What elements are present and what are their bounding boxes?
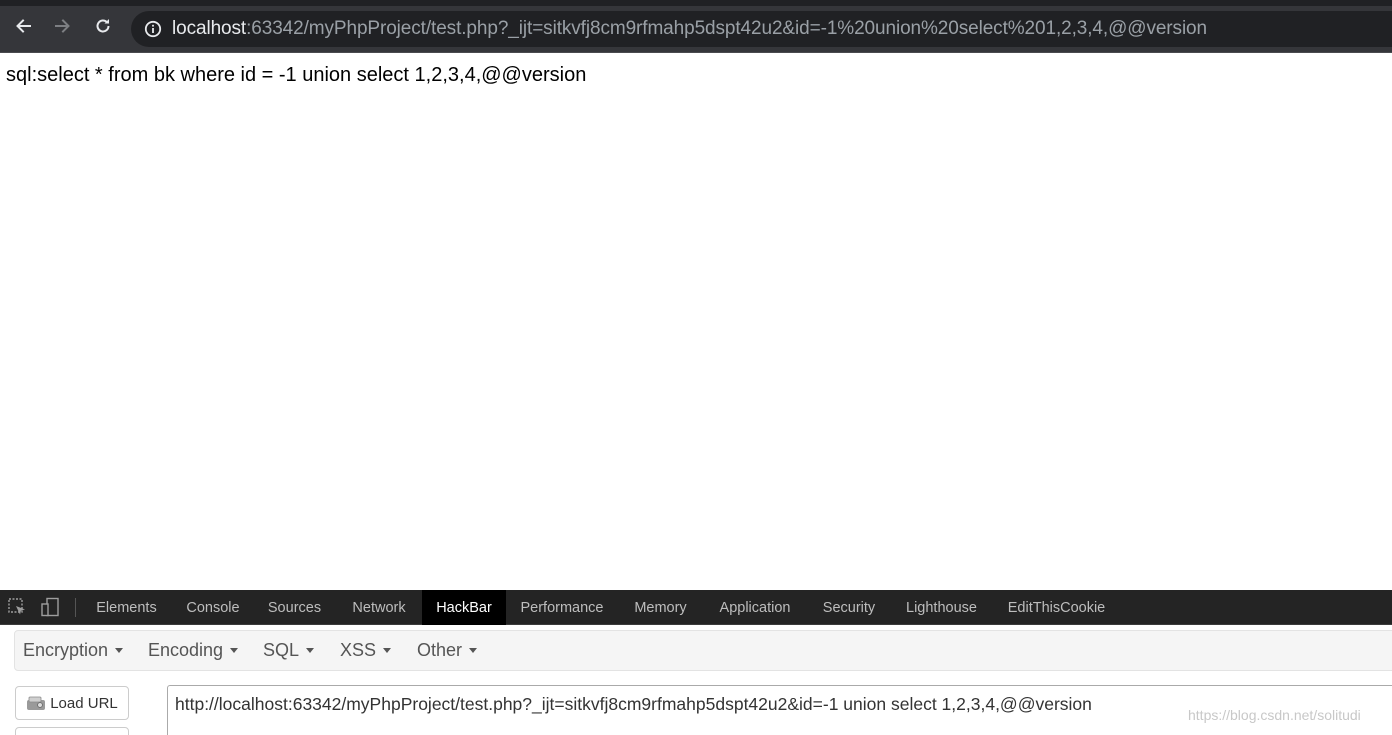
url-path: :63342/myPhpProject/test.php?_ijt=sitkvf… bbox=[246, 18, 1207, 39]
browser-toolbar: localhost:63342/myPhpProject/test.php?_i… bbox=[0, 0, 1392, 53]
sql-output-text: sql:select * from bk where id = -1 union… bbox=[6, 64, 587, 86]
load-url-icon bbox=[26, 695, 46, 711]
menu-encoding-label: Encoding bbox=[148, 640, 224, 660]
caret-down-icon bbox=[306, 648, 315, 653]
tab-editthiscookie[interactable]: EditThisCookie bbox=[997, 590, 1116, 625]
menu-sql-label: SQL bbox=[263, 640, 300, 660]
tab-strip-edge bbox=[0, 0, 1392, 6]
caret-down-icon bbox=[383, 648, 392, 653]
menu-encryption[interactable]: Encryption bbox=[23, 631, 124, 670]
menu-other[interactable]: Other bbox=[417, 631, 478, 670]
arrow-left-icon bbox=[13, 16, 33, 41]
menu-sql[interactable]: SQL bbox=[263, 631, 315, 670]
hackbar-menubar: Encryption Encoding SQL XSS Other bbox=[14, 630, 1392, 671]
caret-down-icon bbox=[230, 648, 239, 653]
menu-encoding[interactable]: Encoding bbox=[148, 631, 239, 670]
menu-xss-label: XSS bbox=[340, 640, 377, 660]
menu-other-label: Other bbox=[417, 640, 463, 660]
caret-down-icon bbox=[115, 648, 124, 653]
tab-application[interactable]: Application bbox=[706, 590, 804, 625]
menu-encryption-label: Encryption bbox=[23, 640, 109, 660]
tab-console[interactable]: Console bbox=[176, 590, 250, 625]
back-button[interactable] bbox=[7, 12, 39, 44]
watermark-text: https://blog.csdn.net/solitudi bbox=[1188, 707, 1361, 723]
address-bar[interactable]: localhost:63342/myPhpProject/test.php?_i… bbox=[131, 11, 1392, 47]
url-host: localhost bbox=[172, 18, 247, 39]
split-url-button[interactable] bbox=[15, 727, 129, 735]
tab-elements[interactable]: Elements bbox=[85, 590, 168, 625]
tab-network[interactable]: Network bbox=[340, 590, 418, 625]
inspect-element-icon[interactable] bbox=[7, 597, 27, 617]
caret-down-icon bbox=[469, 648, 478, 653]
devtools-tabbar: Elements Console Sources Network HackBar… bbox=[0, 590, 1392, 625]
tab-security[interactable]: Security bbox=[812, 590, 886, 625]
info-icon[interactable] bbox=[144, 20, 162, 38]
tab-performance[interactable]: Performance bbox=[510, 590, 614, 625]
arrow-right-icon bbox=[53, 16, 73, 41]
tab-sources[interactable]: Sources bbox=[258, 590, 331, 625]
menu-xss[interactable]: XSS bbox=[340, 631, 392, 670]
tab-hackbar[interactable]: HackBar bbox=[422, 590, 506, 625]
reload-button[interactable] bbox=[87, 12, 119, 44]
tabbar-divider bbox=[75, 598, 76, 617]
address-url: localhost:63342/myPhpProject/test.php?_i… bbox=[172, 18, 1207, 40]
load-url-button[interactable]: Load URL bbox=[15, 686, 129, 720]
tab-memory[interactable]: Memory bbox=[622, 590, 699, 625]
tab-lighthouse[interactable]: Lighthouse bbox=[894, 590, 989, 625]
forward-button[interactable] bbox=[47, 12, 79, 44]
device-toolbar-icon[interactable] bbox=[40, 597, 60, 617]
reload-icon bbox=[93, 16, 113, 41]
devtools-panel: Elements Console Sources Network HackBar… bbox=[0, 590, 1392, 735]
load-url-label: Load URL bbox=[50, 694, 118, 712]
